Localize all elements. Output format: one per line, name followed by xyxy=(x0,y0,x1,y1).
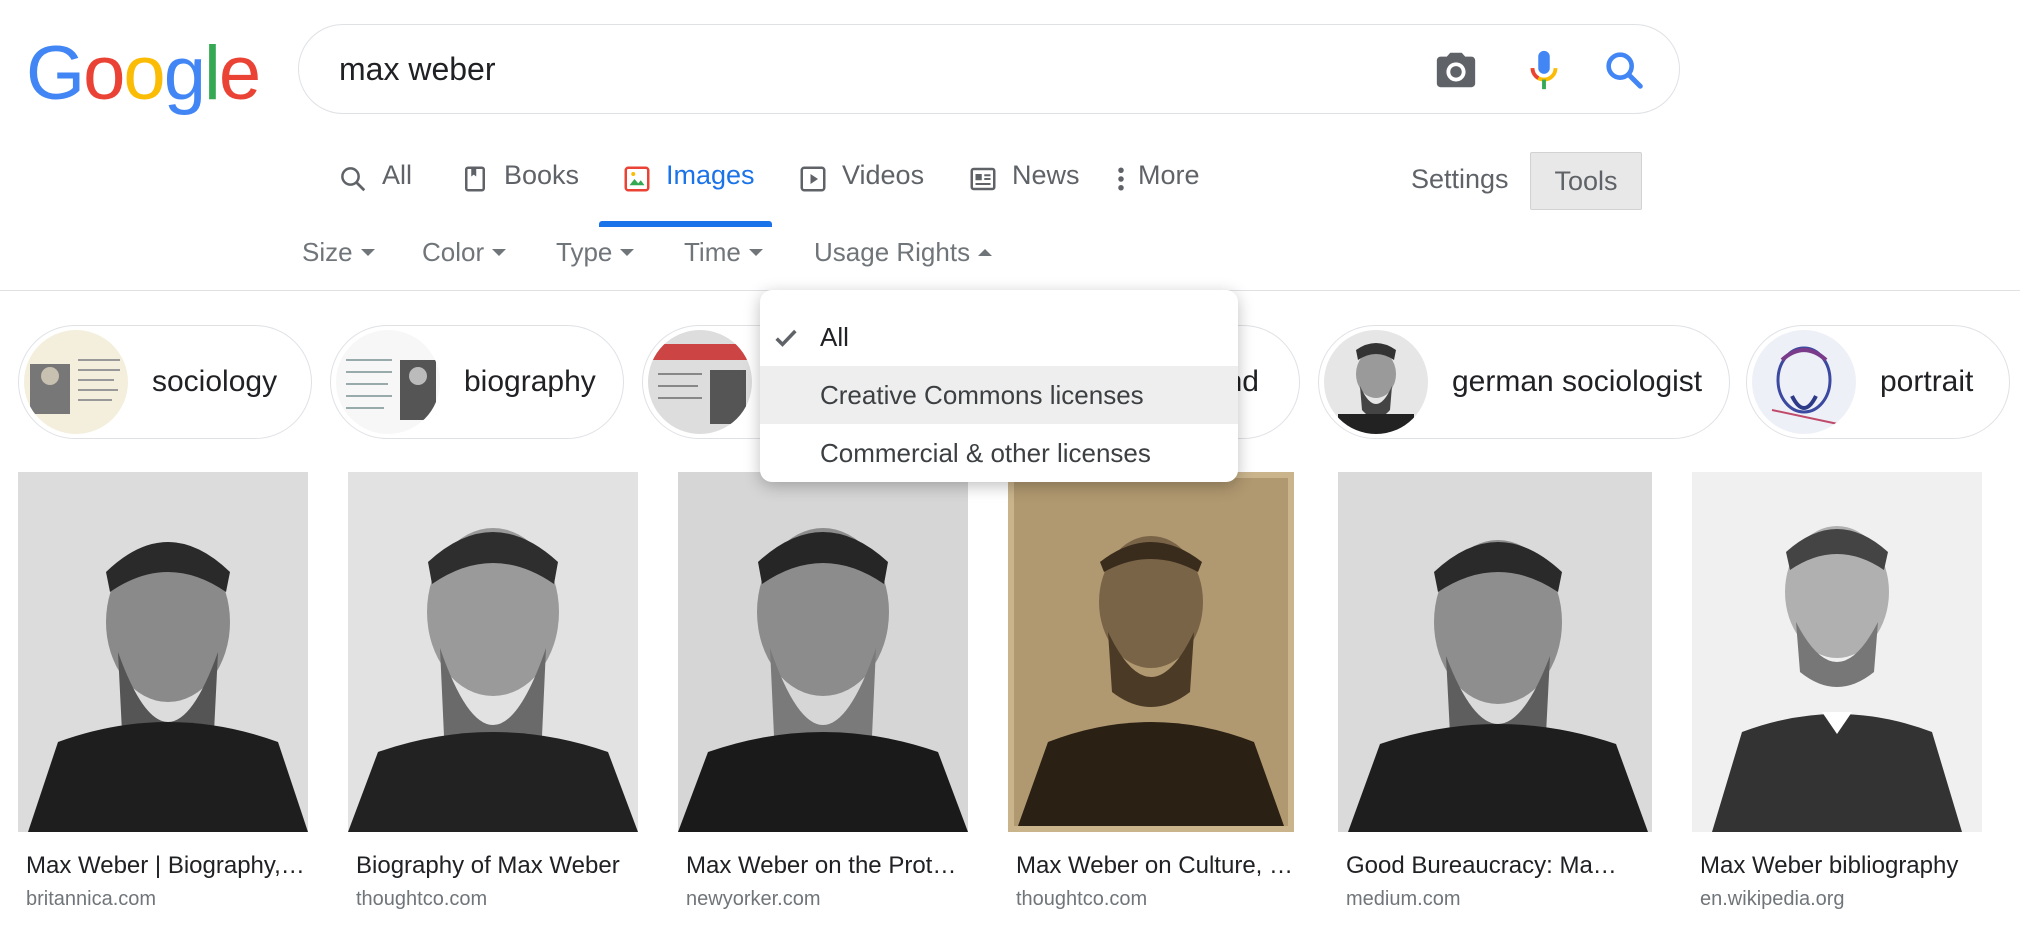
settings-link[interactable]: Settings xyxy=(1411,164,1509,195)
result-source: newyorker.com xyxy=(686,888,821,910)
news-icon xyxy=(970,167,996,191)
tab-all[interactable]: All xyxy=(338,160,412,226)
menu-option-label: Creative Commons licenses xyxy=(820,379,1144,410)
logo-letter: G xyxy=(26,31,85,116)
result-source: thoughtco.com xyxy=(1016,888,1148,910)
tab-label: All xyxy=(382,160,413,190)
menu-option-label: Commercial & other licenses xyxy=(820,437,1151,468)
related-chip-biography[interactable]: biography xyxy=(330,325,624,439)
chip-label: biography xyxy=(464,365,596,398)
image-icon xyxy=(624,166,650,192)
microphone-icon[interactable] xyxy=(1521,47,1567,93)
camera-icon[interactable] xyxy=(1433,47,1479,93)
active-tab-indicator xyxy=(599,221,772,227)
result-title[interactable]: Good Bureaucracy: Max Weber xyxy=(1346,852,1626,880)
tab-news[interactable]: News xyxy=(968,160,1080,226)
tools-button[interactable]: Tools xyxy=(1530,152,1642,210)
image-result[interactable]: Max Weber | Biography, Books, Sociology … xyxy=(18,472,308,911)
tab-label: Videos xyxy=(842,160,925,190)
tab-label: News xyxy=(1012,160,1080,190)
chip-label: german sociologist xyxy=(1452,365,1703,398)
book-icon xyxy=(465,166,485,192)
tab-videos[interactable]: Videos xyxy=(798,160,924,226)
related-chip-portrait[interactable]: portrait xyxy=(1746,325,2010,439)
check-icon xyxy=(775,329,797,347)
chip-thumbnail xyxy=(336,330,440,434)
search-icon xyxy=(341,167,366,192)
result-thumbnail[interactable] xyxy=(18,472,308,832)
result-source: medium.com xyxy=(1346,888,1461,910)
filter-label: Type xyxy=(556,237,613,267)
usage-option-commercial[interactable]: Commercial & other licenses xyxy=(760,424,1238,482)
filter-label: Size xyxy=(302,237,353,267)
result-thumbnail[interactable] xyxy=(678,472,968,832)
tab-label: More xyxy=(1138,160,1200,190)
caret-down-icon xyxy=(748,249,763,256)
result-source: thoughtco.com xyxy=(356,888,488,910)
filter-color[interactable]: Color xyxy=(422,237,507,268)
filter-usage-rights[interactable]: Usage Rights xyxy=(814,237,993,268)
image-result[interactable]: Max Weber on Culture, Society thoughtco.… xyxy=(1008,472,1296,911)
usage-option-creative-commons[interactable]: Creative Commons licenses xyxy=(760,366,1238,424)
related-chip-german-sociologist[interactable]: german sociologist xyxy=(1318,325,1730,439)
filter-time[interactable]: Time xyxy=(684,237,763,268)
filter-type[interactable]: Type xyxy=(556,237,635,268)
result-title[interactable]: Max Weber bibliography xyxy=(1700,852,1980,880)
logo-letter: e xyxy=(218,31,261,116)
play-icon xyxy=(800,166,826,192)
search-box xyxy=(298,24,1680,114)
result-thumbnail[interactable] xyxy=(348,472,638,832)
caret-down-icon xyxy=(492,249,507,256)
result-thumbnail[interactable] xyxy=(1338,472,1652,832)
filter-label: Color xyxy=(422,237,485,267)
chip-thumbnail xyxy=(1324,330,1428,434)
tab-label: Images xyxy=(666,160,755,190)
result-source: britannica.com xyxy=(26,888,157,910)
google-logo[interactable]: Google xyxy=(26,31,261,116)
caret-down-icon xyxy=(620,249,635,256)
chip-thumbnail xyxy=(1752,330,1856,434)
result-title[interactable]: Max Weber | Biography, Books, Sociology xyxy=(26,852,306,880)
more-icon xyxy=(1118,167,1124,191)
result-thumbnail[interactable] xyxy=(1008,472,1294,832)
menu-option-label: All xyxy=(820,321,849,352)
search-input[interactable] xyxy=(339,47,1339,91)
filter-label: Time xyxy=(684,237,741,267)
chip-thumbnail xyxy=(648,330,752,434)
result-title[interactable]: Biography of Max Weber xyxy=(356,852,636,880)
tab-more[interactable]: More xyxy=(1114,160,1200,226)
image-result[interactable]: Good Bureaucracy: Max Weber medium.com xyxy=(1338,472,1652,911)
related-chip-sociology[interactable]: sociology xyxy=(18,325,312,439)
image-result[interactable]: Max Weber bibliography en.wikipedia.org xyxy=(1692,472,1982,911)
caret-down-icon xyxy=(360,249,375,256)
result-source: en.wikipedia.org xyxy=(1700,888,1845,910)
tab-images[interactable]: Images xyxy=(622,160,755,226)
image-result[interactable]: Biography of Max Weber thoughtco.com xyxy=(348,472,638,911)
filter-size[interactable]: Size xyxy=(302,237,375,268)
chip-thumbnail xyxy=(24,330,128,434)
chip-label: sociology xyxy=(152,365,278,398)
logo-letter: l xyxy=(203,31,221,116)
result-thumbnail[interactable] xyxy=(1692,472,1982,832)
tab-label: Books xyxy=(504,160,580,190)
logo-letter: o xyxy=(83,31,125,116)
tab-books[interactable]: Books xyxy=(460,160,579,226)
result-title[interactable]: Max Weber on Culture, Society xyxy=(1016,852,1296,880)
caret-up-icon xyxy=(978,249,993,256)
chip-label: portrait xyxy=(1880,365,1974,398)
logo-letter: o xyxy=(123,31,165,116)
search-icon[interactable] xyxy=(1601,47,1647,93)
usage-rights-menu: All Creative Commons licenses Commercial… xyxy=(760,290,1238,482)
result-title[interactable]: Max Weber on the Protestant Ethic xyxy=(686,852,966,880)
usage-option-all[interactable]: All xyxy=(760,308,1238,366)
filter-label: Usage Rights xyxy=(814,237,971,267)
logo-letter: g xyxy=(163,31,206,116)
image-result[interactable]: Max Weber on the Protestant Ethic newyor… xyxy=(678,472,968,911)
